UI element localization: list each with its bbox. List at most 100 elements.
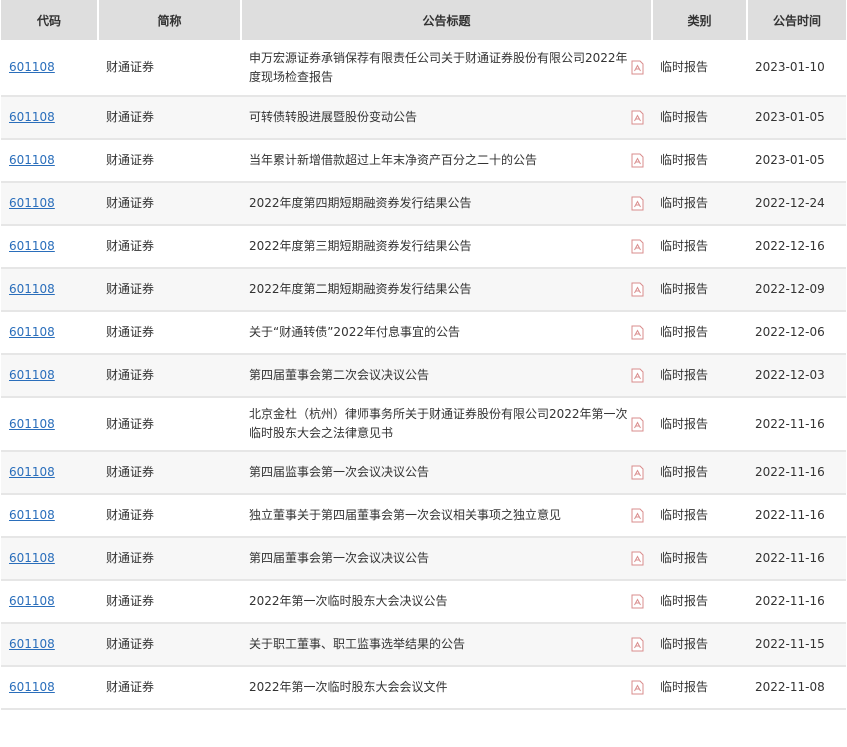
code-cell: 601108 — [1, 268, 98, 312]
stock-code-link[interactable]: 601108 — [9, 325, 55, 339]
title-cell: 2022年第一次临时股东大会会议文件 — [241, 666, 652, 710]
announcement-title[interactable]: 第四届董事会第二次会议决议公告 — [249, 366, 429, 385]
code-cell: 601108 — [1, 354, 98, 398]
announcement-date: 2022-12-09 — [747, 268, 846, 312]
code-cell: 601108 — [1, 139, 98, 183]
announcement-type: 临时报告 — [652, 182, 747, 226]
title-cell: 2022年第一次临时股东大会决议公告 — [241, 580, 652, 624]
announcement-type: 临时报告 — [652, 580, 747, 624]
announcement-type: 临时报告 — [652, 354, 747, 398]
code-cell: 601108 — [1, 40, 98, 97]
pdf-icon[interactable] — [631, 153, 644, 168]
announcement-date: 2023-01-05 — [747, 96, 846, 140]
pdf-icon[interactable] — [631, 282, 644, 297]
pdf-icon[interactable] — [631, 594, 644, 609]
stock-name: 财通证券 — [98, 354, 241, 398]
stock-name: 财通证券 — [98, 494, 241, 538]
title-cell: 2022年度第三期短期融资券发行结果公告 — [241, 225, 652, 269]
announcement-title[interactable]: 第四届监事会第一次会议决议公告 — [249, 463, 429, 482]
stock-code-link[interactable]: 601108 — [9, 282, 55, 296]
announcement-date: 2022-12-24 — [747, 182, 846, 226]
stock-name: 财通证券 — [98, 268, 241, 312]
announcement-type: 临时报告 — [652, 225, 747, 269]
table-row: 601108 财通证券 2022年度第四期短期融资券发行结果公告 临时报告 20… — [1, 182, 846, 226]
stock-code-link[interactable]: 601108 — [9, 196, 55, 210]
title-cell: 第四届董事会第一次会议决议公告 — [241, 537, 652, 581]
stock-code-link[interactable]: 601108 — [9, 551, 55, 565]
announcement-date: 2023-01-10 — [747, 40, 846, 97]
announcement-title[interactable]: 2022年第一次临时股东大会会议文件 — [249, 678, 448, 697]
stock-code-link[interactable]: 601108 — [9, 637, 55, 651]
announcement-date: 2022-11-16 — [747, 451, 846, 495]
header-title: 公告标题 — [241, 0, 653, 40]
stock-name: 财通证券 — [98, 580, 241, 624]
announcement-type: 临时报告 — [652, 537, 747, 581]
announcement-type: 临时报告 — [652, 451, 747, 495]
stock-code-link[interactable]: 601108 — [9, 368, 55, 382]
announcement-title[interactable]: 关于“财通转债”2022年付息事宜的公告 — [249, 323, 460, 342]
title-cell: 申万宏源证券承销保荐有限责任公司关于财通证券股份有限公司2022年度现场检查报告 — [241, 40, 652, 97]
code-cell: 601108 — [1, 451, 98, 495]
pdf-icon[interactable] — [631, 60, 644, 75]
pdf-icon[interactable] — [631, 196, 644, 211]
stock-code-link[interactable]: 601108 — [9, 239, 55, 253]
stock-code-link[interactable]: 601108 — [9, 594, 55, 608]
header-name: 简称 — [98, 0, 242, 40]
table-row: 601108 财通证券 关于“财通转债”2022年付息事宜的公告 临时报告 20… — [1, 311, 846, 355]
announcement-date: 2022-11-08 — [747, 666, 846, 710]
announcement-title[interactable]: 申万宏源证券承销保荐有限责任公司关于财通证券股份有限公司2022年度现场检查报告 — [249, 49, 631, 87]
announcement-title[interactable]: 2022年度第四期短期融资券发行结果公告 — [249, 194, 472, 213]
code-cell: 601108 — [1, 623, 98, 667]
code-cell: 601108 — [1, 397, 98, 452]
announcement-title[interactable]: 2022年度第二期短期融资券发行结果公告 — [249, 280, 472, 299]
title-cell: 关于“财通转债”2022年付息事宜的公告 — [241, 311, 652, 355]
stock-code-link[interactable]: 601108 — [9, 508, 55, 522]
stock-code-link[interactable]: 601108 — [9, 680, 55, 694]
code-cell: 601108 — [1, 225, 98, 269]
announcement-title[interactable]: 关于职工董事、职工监事选举结果的公告 — [249, 635, 465, 654]
stock-code-link[interactable]: 601108 — [9, 60, 55, 74]
pdf-icon[interactable] — [631, 465, 644, 480]
title-cell: 第四届监事会第一次会议决议公告 — [241, 451, 652, 495]
pdf-icon[interactable] — [631, 551, 644, 566]
pdf-icon[interactable] — [631, 680, 644, 695]
code-cell: 601108 — [1, 580, 98, 624]
code-cell: 601108 — [1, 311, 98, 355]
pdf-icon[interactable] — [631, 368, 644, 383]
announcement-date: 2022-11-16 — [747, 397, 846, 452]
title-cell: 可转债转股进展暨股份变动公告 — [241, 96, 652, 140]
announcement-title[interactable]: 独立董事关于第四届董事会第一次会议相关事项之独立意见 — [249, 506, 561, 525]
announcement-date: 2022-12-03 — [747, 354, 846, 398]
pdf-icon[interactable] — [631, 417, 644, 432]
pdf-icon[interactable] — [631, 110, 644, 125]
stock-code-link[interactable]: 601108 — [9, 465, 55, 479]
title-cell: 北京金杜（杭州）律师事务所关于财通证券股份有限公司2022年第一次临时股东大会之… — [241, 397, 652, 452]
announcement-title[interactable]: 可转债转股进展暨股份变动公告 — [249, 108, 417, 127]
table-row: 601108 财通证券 2022年度第二期短期融资券发行结果公告 临时报告 20… — [1, 268, 846, 312]
announcement-date: 2022-11-16 — [747, 537, 846, 581]
stock-code-link[interactable]: 601108 — [9, 417, 55, 431]
stock-name: 财通证券 — [98, 666, 241, 710]
announcement-title[interactable]: 2022年度第三期短期融资券发行结果公告 — [249, 237, 472, 256]
pdf-icon[interactable] — [631, 239, 644, 254]
announcement-type: 临时报告 — [652, 397, 747, 452]
stock-code-link[interactable]: 601108 — [9, 153, 55, 167]
pdf-icon[interactable] — [631, 637, 644, 652]
announcement-title[interactable]: 第四届董事会第一次会议决议公告 — [249, 549, 429, 568]
announcement-title[interactable]: 2022年第一次临时股东大会决议公告 — [249, 592, 448, 611]
title-cell: 第四届董事会第二次会议决议公告 — [241, 354, 652, 398]
announcement-title[interactable]: 当年累计新增借款超过上年末净资产百分之二十的公告 — [249, 151, 537, 170]
header-code: 代码 — [1, 0, 99, 40]
table-row: 601108 财通证券 申万宏源证券承销保荐有限责任公司关于财通证券股份有限公司… — [1, 40, 846, 97]
pdf-icon[interactable] — [631, 325, 644, 340]
stock-code-link[interactable]: 601108 — [9, 110, 55, 124]
announcement-date: 2022-11-16 — [747, 494, 846, 538]
announcement-title[interactable]: 北京金杜（杭州）律师事务所关于财通证券股份有限公司2022年第一次临时股东大会之… — [249, 405, 631, 443]
pdf-icon[interactable] — [631, 508, 644, 523]
header-type: 类别 — [652, 0, 748, 40]
announcement-date: 2022-11-16 — [747, 580, 846, 624]
table-row: 601108 财通证券 北京金杜（杭州）律师事务所关于财通证券股份有限公司202… — [1, 397, 846, 452]
announcement-date: 2022-11-15 — [747, 623, 846, 667]
announcement-table: 代码 简称 公告标题 类别 公告时间 601108 财通证券 申万宏源证券承销保… — [1, 0, 846, 710]
announcement-type: 临时报告 — [652, 311, 747, 355]
